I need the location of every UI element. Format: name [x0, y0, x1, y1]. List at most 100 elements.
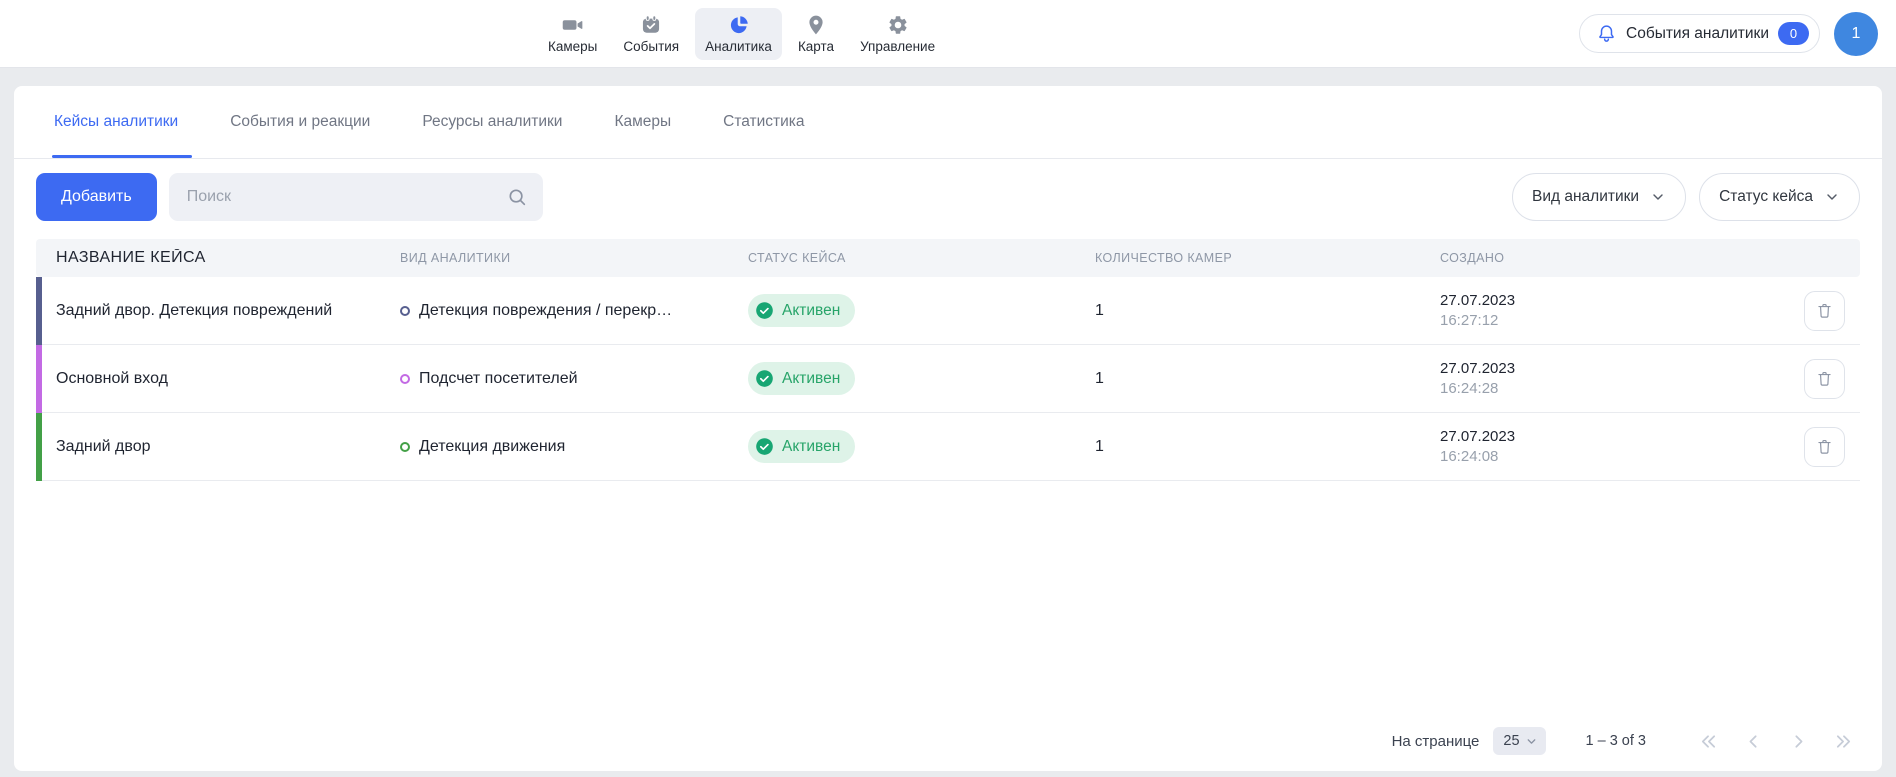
- trash-icon: [1815, 369, 1834, 388]
- nav-label: События: [623, 39, 679, 54]
- tab-analytics-resources[interactable]: Ресурсы аналитики: [422, 86, 562, 158]
- per-page-select[interactable]: 25: [1493, 727, 1545, 755]
- case-color-bar: [36, 413, 42, 481]
- add-button[interactable]: Добавить: [36, 173, 157, 221]
- prev-page-button[interactable]: [1743, 731, 1764, 752]
- trash-icon: [1815, 301, 1834, 320]
- case-status-cell: Активен: [748, 362, 1095, 395]
- filter-label: Статус кейса: [1719, 188, 1813, 206]
- delete-case-button[interactable]: [1804, 427, 1845, 467]
- camera-icon: [562, 14, 584, 36]
- analytics-type-dot-icon: [400, 374, 410, 384]
- status-badge: Активен: [748, 294, 855, 327]
- section-tabs: Кейсы аналитики События и реакции Ресурс…: [14, 86, 1882, 159]
- analytics-type-cell: Подсчет посетителей: [400, 370, 748, 388]
- per-page-label: На странице: [1392, 733, 1480, 750]
- search-input[interactable]: [169, 173, 543, 221]
- nav-label: Камеры: [548, 39, 597, 54]
- tab-events-reactions[interactable]: События и реакции: [230, 86, 370, 158]
- trash-icon: [1815, 437, 1834, 456]
- case-name: Задний двор. Детекция повреждений: [36, 302, 400, 320]
- prev-page-icon: [1743, 731, 1764, 752]
- last-page-icon: [1833, 731, 1854, 752]
- delete-case-button[interactable]: [1804, 291, 1845, 331]
- nav-item-map[interactable]: Карта: [788, 8, 844, 60]
- nav-item-management[interactable]: Управление: [850, 8, 945, 60]
- tab-analytics-cases[interactable]: Кейсы аналитики: [54, 86, 178, 158]
- first-page-button[interactable]: [1698, 731, 1719, 752]
- status-badge: Активен: [748, 430, 855, 463]
- camera-count: 1: [1095, 370, 1440, 388]
- table-row[interactable]: Задний двор Детекция движения Активен 1 …: [36, 413, 1860, 481]
- created-date: 27.07.2023: [1440, 427, 1804, 447]
- first-page-icon: [1698, 731, 1719, 752]
- next-page-icon: [1788, 731, 1809, 752]
- camera-count: 1: [1095, 302, 1440, 320]
- case-color-bar: [36, 277, 42, 345]
- settings-icon: [887, 14, 909, 36]
- case-color-bar: [36, 345, 42, 413]
- analytics-events-button[interactable]: События аналитики 0: [1579, 14, 1820, 53]
- nav-item-cameras[interactable]: Камеры: [538, 8, 607, 60]
- page-range-label: 1 – 3 of 3: [1586, 733, 1646, 749]
- header-camera-count: Количество камер: [1095, 251, 1440, 265]
- analytics-type-filter[interactable]: Вид аналитики: [1512, 173, 1686, 221]
- bell-icon: [1596, 23, 1617, 44]
- topbar-right: События аналитики 0 1: [1579, 12, 1878, 56]
- analytics-type-dot-icon: [400, 306, 410, 316]
- analytics-type-cell: Детекция повреждения / перекр…: [400, 302, 748, 320]
- analytics-type-cell: Детекция движения: [400, 438, 748, 456]
- case-name: Задний двор: [36, 438, 400, 456]
- header-case-status: Статус кейса: [748, 251, 1095, 265]
- events-icon: [640, 14, 662, 36]
- last-page-button[interactable]: [1833, 731, 1854, 752]
- map-icon: [805, 14, 827, 36]
- filters: Вид аналитики Статус кейса: [1512, 173, 1860, 221]
- created-cell: 27.07.2023 16:24:28: [1440, 359, 1804, 399]
- cases-table: Название кейса Вид аналитики Статус кейс…: [14, 239, 1882, 481]
- events-button-label: События аналитики: [1626, 25, 1769, 43]
- created-time: 16:24:08: [1440, 447, 1804, 467]
- chevron-down-icon: [1824, 189, 1840, 205]
- nav-item-events[interactable]: События: [613, 8, 689, 60]
- tab-statistics[interactable]: Статистика: [723, 86, 804, 158]
- created-time: 16:24:28: [1440, 379, 1804, 399]
- header-case-name: Название кейса: [36, 249, 400, 267]
- check-circle-icon: [754, 368, 775, 389]
- nav-label: Аналитика: [705, 39, 772, 54]
- created-cell: 27.07.2023 16:27:12: [1440, 291, 1804, 331]
- analytics-cases-panel: Кейсы аналитики События и реакции Ресурс…: [14, 86, 1882, 771]
- table-row[interactable]: Основной вход Подсчет посетителей Активе…: [36, 345, 1860, 413]
- table-row[interactable]: Задний двор. Детекция повреждений Детекц…: [36, 277, 1860, 345]
- case-status-cell: Активен: [748, 294, 1095, 327]
- analytics-type-label: Подсчет посетителей: [419, 370, 578, 388]
- case-status-cell: Активен: [748, 430, 1095, 463]
- toolbar: Добавить Вид аналитики Статус кейса: [14, 159, 1882, 221]
- table-header-row: Название кейса Вид аналитики Статус кейс…: [36, 239, 1860, 277]
- nav-label: Карта: [798, 39, 834, 54]
- filter-label: Вид аналитики: [1532, 188, 1639, 206]
- status-badge: Активен: [748, 362, 855, 395]
- search-field: [169, 173, 543, 221]
- events-count-badge: 0: [1778, 22, 1809, 45]
- check-circle-icon: [754, 436, 775, 457]
- delete-case-button[interactable]: [1804, 359, 1845, 399]
- next-page-button[interactable]: [1788, 731, 1809, 752]
- header-created: Создано: [1440, 251, 1804, 265]
- avatar[interactable]: 1: [1834, 12, 1878, 56]
- analytics-type-label: Детекция движения: [419, 438, 565, 456]
- created-cell: 27.07.2023 16:24:08: [1440, 427, 1804, 467]
- nav-label: Управление: [860, 39, 935, 54]
- tab-cameras[interactable]: Камеры: [614, 86, 671, 158]
- created-time: 16:27:12: [1440, 311, 1804, 331]
- analytics-type-dot-icon: [400, 442, 410, 452]
- nav-item-analytics[interactable]: Аналитика: [695, 8, 782, 60]
- analytics-icon: [728, 14, 750, 36]
- camera-count: 1: [1095, 438, 1440, 456]
- check-circle-icon: [754, 300, 775, 321]
- case-status-filter[interactable]: Статус кейса: [1699, 173, 1860, 221]
- chevron-down-icon: [1650, 189, 1666, 205]
- main-nav: Камеры События Аналитика Карта Управлени…: [538, 0, 945, 67]
- pagination: На странице 25 1 – 3 of 3: [14, 727, 1882, 771]
- analytics-type-label: Детекция повреждения / перекр…: [419, 302, 672, 320]
